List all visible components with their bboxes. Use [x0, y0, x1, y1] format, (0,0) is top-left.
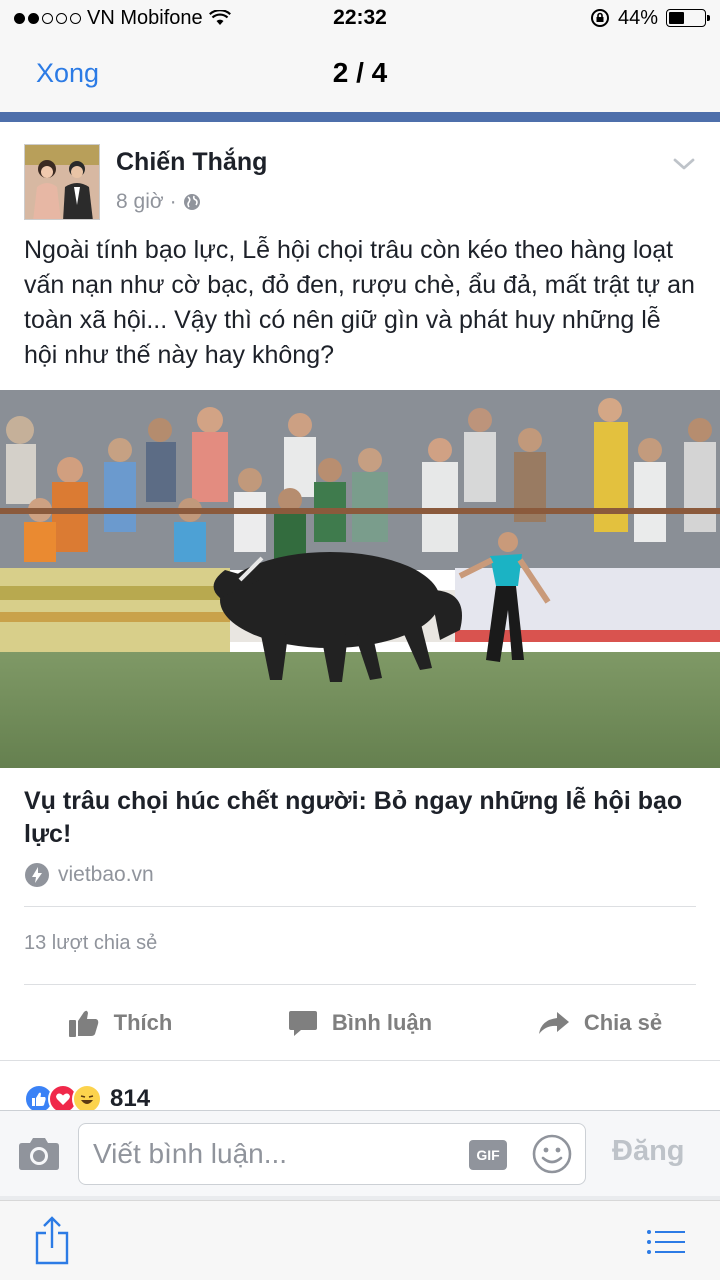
share-button[interactable]: Chia sẻ — [480, 992, 720, 1054]
list-icon[interactable] — [646, 1229, 686, 1255]
done-button[interactable]: Xong — [36, 58, 99, 89]
author-name[interactable]: Chiến Thắng — [116, 148, 267, 177]
status-right: 44% — [590, 6, 710, 30]
comment-icon — [288, 1011, 317, 1036]
battery-percent: 44% — [617, 6, 658, 29]
comment-button[interactable]: Bình luận — [240, 992, 480, 1054]
photo-viewer-navbar: Xong 2 / 4 — [0, 36, 720, 112]
lightning-icon — [25, 863, 49, 887]
like-button[interactable]: Thích — [0, 992, 240, 1054]
divider — [0, 1060, 720, 1061]
battery-icon — [666, 9, 710, 27]
reactions-summary[interactable]: 814 — [24, 1084, 150, 1110]
comment-composer: GIF Đăng — [0, 1110, 720, 1196]
post-time[interactable]: 8 giờ — [116, 190, 164, 214]
comment-field: GIF — [78, 1123, 586, 1185]
rotation-lock-icon — [590, 9, 609, 27]
like-label: Thích — [113, 1010, 173, 1035]
page-counter: 2 / 4 — [332, 57, 388, 88]
link-title[interactable]: Vụ trâu chọi húc chết người: Bỏ ngay nhữ… — [24, 785, 696, 851]
comment-label: Bình luận — [331, 1010, 433, 1035]
chevron-down-icon[interactable] — [672, 152, 696, 176]
link-source[interactable]: vietbao.vn — [24, 862, 154, 888]
share-arrow-icon — [538, 1012, 569, 1034]
globe-icon — [183, 194, 200, 210]
status-bar: VN Mobifone 22:32 44% — [0, 0, 720, 36]
reaction-count: 814 — [110, 1085, 151, 1110]
camera-icon[interactable] — [18, 1135, 60, 1171]
bottom-toolbar — [0, 1200, 720, 1280]
facebook-header-strip — [0, 112, 720, 122]
post-actions: Thích Bình luận Chia sẻ — [0, 992, 720, 1054]
carrier-name: VN Mobifone — [87, 6, 203, 29]
post-text: Ngoài tính bạo lực, Lễ hội chọi trâu còn… — [24, 236, 695, 369]
carrier-info: VN Mobifone — [14, 7, 231, 30]
signal-strength-icon — [14, 12, 81, 24]
share-count[interactable]: 13 lượt chia sẻ — [24, 932, 157, 955]
thumbs-up-icon — [68, 1010, 98, 1037]
gif-button[interactable]: GIF — [469, 1140, 507, 1170]
post-meta: 8 giờ · — [116, 190, 201, 214]
wifi-icon — [208, 10, 231, 25]
share-label: Chia sẻ — [583, 1010, 663, 1035]
post-link-image[interactable] — [0, 390, 720, 768]
meta-separator: · — [169, 190, 177, 213]
divider — [24, 984, 696, 985]
haha-reaction-icon — [72, 1084, 102, 1110]
post-card: Chiến Thắng 8 giờ · Ngoài tính bạo lực, … — [0, 122, 720, 1110]
share-icon[interactable] — [34, 1215, 70, 1265]
emoji-icon[interactable] — [531, 1133, 573, 1175]
post-header: Chiến Thắng 8 giờ · — [0, 122, 720, 222]
avatar-photo — [25, 145, 99, 219]
divider — [24, 906, 696, 907]
link-domain: vietbao.vn — [58, 863, 154, 886]
comment-input[interactable] — [93, 1134, 463, 1174]
post-comment-button[interactable]: Đăng — [612, 1135, 685, 1168]
avatar[interactable] — [24, 144, 100, 220]
